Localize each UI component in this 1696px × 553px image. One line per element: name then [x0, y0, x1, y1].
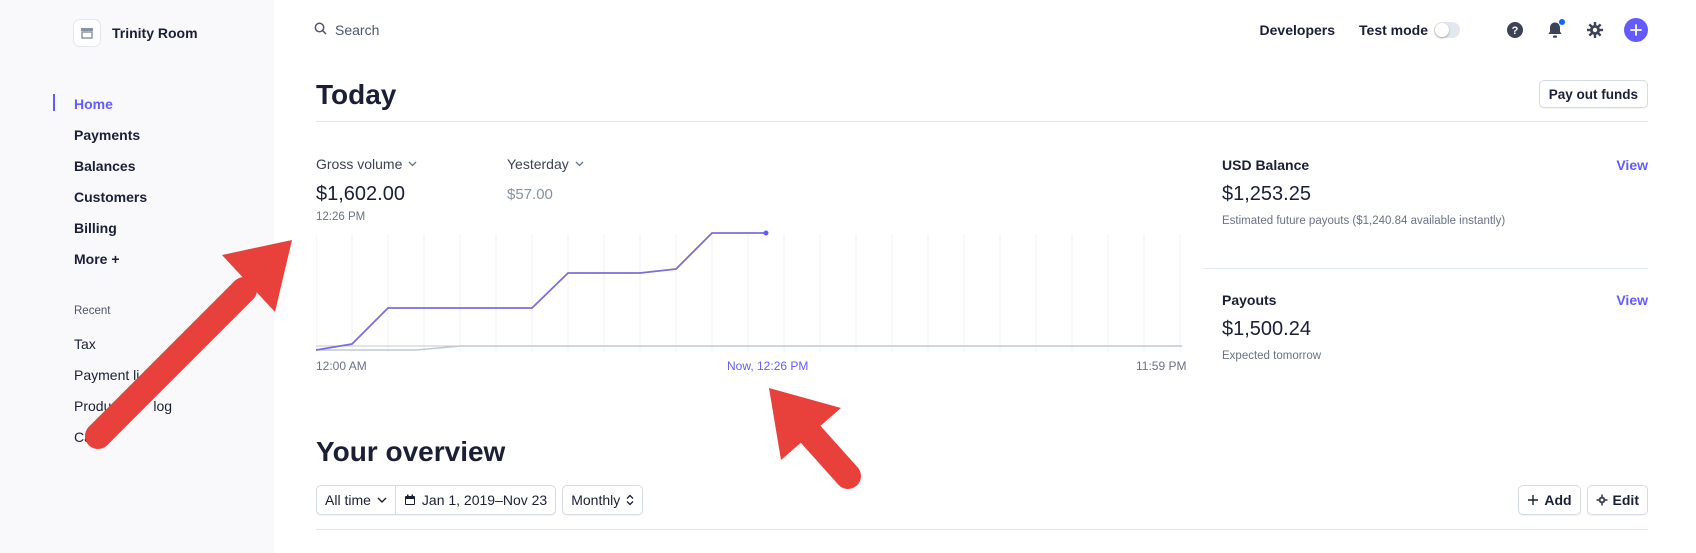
sidebar-item-balances[interactable]: Balances	[74, 150, 147, 181]
calendar-icon	[404, 494, 415, 505]
search-input[interactable]: Search	[314, 19, 814, 41]
date-range-picker[interactable]: Jan 1, 2019–Nov 23	[395, 485, 557, 515]
recent-item-ca[interactable]: Ca	[74, 421, 172, 452]
usd-balance-value: $1,253.25	[1222, 183, 1311, 205]
svg-text:?: ?	[1512, 25, 1519, 37]
bell-icon[interactable]	[1544, 19, 1566, 41]
edit-button[interactable]: Edit	[1586, 485, 1648, 515]
payouts-value: $1,500.24	[1222, 318, 1311, 340]
sidebar-item-billing[interactable]: Billing	[74, 212, 147, 243]
recent-item-product-catalog[interactable]: Produ log	[74, 390, 172, 421]
notification-dot	[1559, 19, 1565, 25]
account-name: Trinity Room	[112, 25, 198, 41]
pay-out-funds-button[interactable]: Pay out funds	[1538, 80, 1648, 108]
payouts-view-link[interactable]: View	[1616, 292, 1648, 308]
usd-balance-subtext: Estimated future payouts ($1,240.84 avai…	[1222, 215, 1506, 227]
payouts-subtext: Expected tomorrow	[1222, 350, 1322, 362]
sidebar-item-home[interactable]: Home	[52, 88, 147, 119]
interval-select[interactable]: Monthly	[562, 485, 644, 515]
account-switcher[interactable]: Trinity Room	[74, 20, 198, 46]
recent-item-payment-links[interactable]: Payment li	[74, 359, 172, 390]
developers-link[interactable]: Developers	[1260, 22, 1335, 38]
yesterday-series-line	[316, 345, 1182, 351]
chevron-down-icon	[575, 161, 584, 167]
top-actions: Developers Test mode ?	[1260, 16, 1648, 44]
toggle-switch[interactable]	[1434, 22, 1460, 38]
recent-item-label: Produ	[74, 397, 112, 414]
axis-now-label: Now, 12:26 PM	[727, 359, 809, 373]
help-icon[interactable]: ?	[1504, 19, 1526, 41]
gross-volume-series-line	[316, 232, 766, 351]
store-icon	[74, 20, 100, 46]
range-select[interactable]: All time	[316, 485, 396, 515]
recent-item-tax[interactable]: Tax	[74, 328, 172, 359]
overview-filters: All time Jan 1, 2019–Nov 23 Monthly	[316, 485, 644, 515]
gross-volume-value: $1,602.00	[316, 183, 405, 205]
search-icon	[314, 22, 327, 38]
comparison-dropdown[interactable]: Yesterday	[507, 156, 584, 172]
main-nav: Home Payments Balances Customers Billing…	[52, 88, 147, 274]
range-select-label: All time	[325, 492, 371, 508]
page-title: Today	[316, 79, 397, 110]
gear-icon[interactable]	[1584, 19, 1606, 41]
gear-icon	[1596, 494, 1608, 506]
recent-item-label-tail: log	[153, 397, 173, 414]
gross-volume-time: 12:26 PM	[316, 211, 366, 223]
chevron-down-icon	[408, 161, 417, 167]
plus-icon	[1528, 495, 1539, 505]
recent-list: Tax Payment li Produ log Ca	[74, 328, 172, 452]
gross-volume-dropdown[interactable]: Gross volume	[316, 156, 417, 172]
overview-actions: Add Edit	[1518, 485, 1648, 515]
comparison-value: $57.00	[507, 186, 553, 203]
comparison-label: Yesterday	[507, 156, 569, 172]
date-range-label: Jan 1, 2019–Nov 23	[421, 492, 548, 508]
axis-end-label: 11:59 PM	[1136, 359, 1187, 373]
chart-gridlines	[316, 234, 1181, 352]
usd-balance-label: USD Balance	[1222, 157, 1310, 173]
chevron-down-icon	[377, 497, 387, 503]
payouts-label: Payouts	[1222, 292, 1277, 308]
overview-title: Your overview	[316, 436, 506, 467]
test-mode-toggle[interactable]: Test mode	[1359, 22, 1460, 38]
sidebar: Trinity Room Home Payments Balances Cust…	[0, 0, 274, 553]
divider	[316, 529, 1648, 530]
gross-volume-label: Gross volume	[316, 156, 403, 172]
edit-button-label: Edit	[1612, 492, 1639, 508]
create-button[interactable]	[1624, 18, 1648, 42]
search-placeholder: Search	[335, 22, 380, 38]
divider	[316, 121, 1648, 122]
plus-icon	[1630, 24, 1642, 36]
sidebar-item-more[interactable]: More +	[74, 243, 147, 274]
sort-icon	[626, 494, 634, 506]
arrow-annotation-icon	[769, 388, 861, 489]
sidebar-item-customers[interactable]: Customers	[74, 181, 147, 212]
test-mode-label: Test mode	[1359, 22, 1428, 38]
current-point-marker	[763, 230, 769, 236]
gross-volume-chart	[316, 230, 1182, 352]
axis-start-label: 12:00 AM	[316, 359, 367, 373]
add-button-label: Add	[1544, 492, 1572, 508]
add-button[interactable]: Add	[1518, 485, 1581, 515]
sidebar-item-payments[interactable]: Payments	[74, 119, 147, 150]
recent-title: Recent	[74, 305, 111, 317]
divider	[1203, 268, 1648, 269]
interval-select-label: Monthly	[571, 492, 621, 508]
usd-balance-view-link[interactable]: View	[1616, 157, 1648, 173]
